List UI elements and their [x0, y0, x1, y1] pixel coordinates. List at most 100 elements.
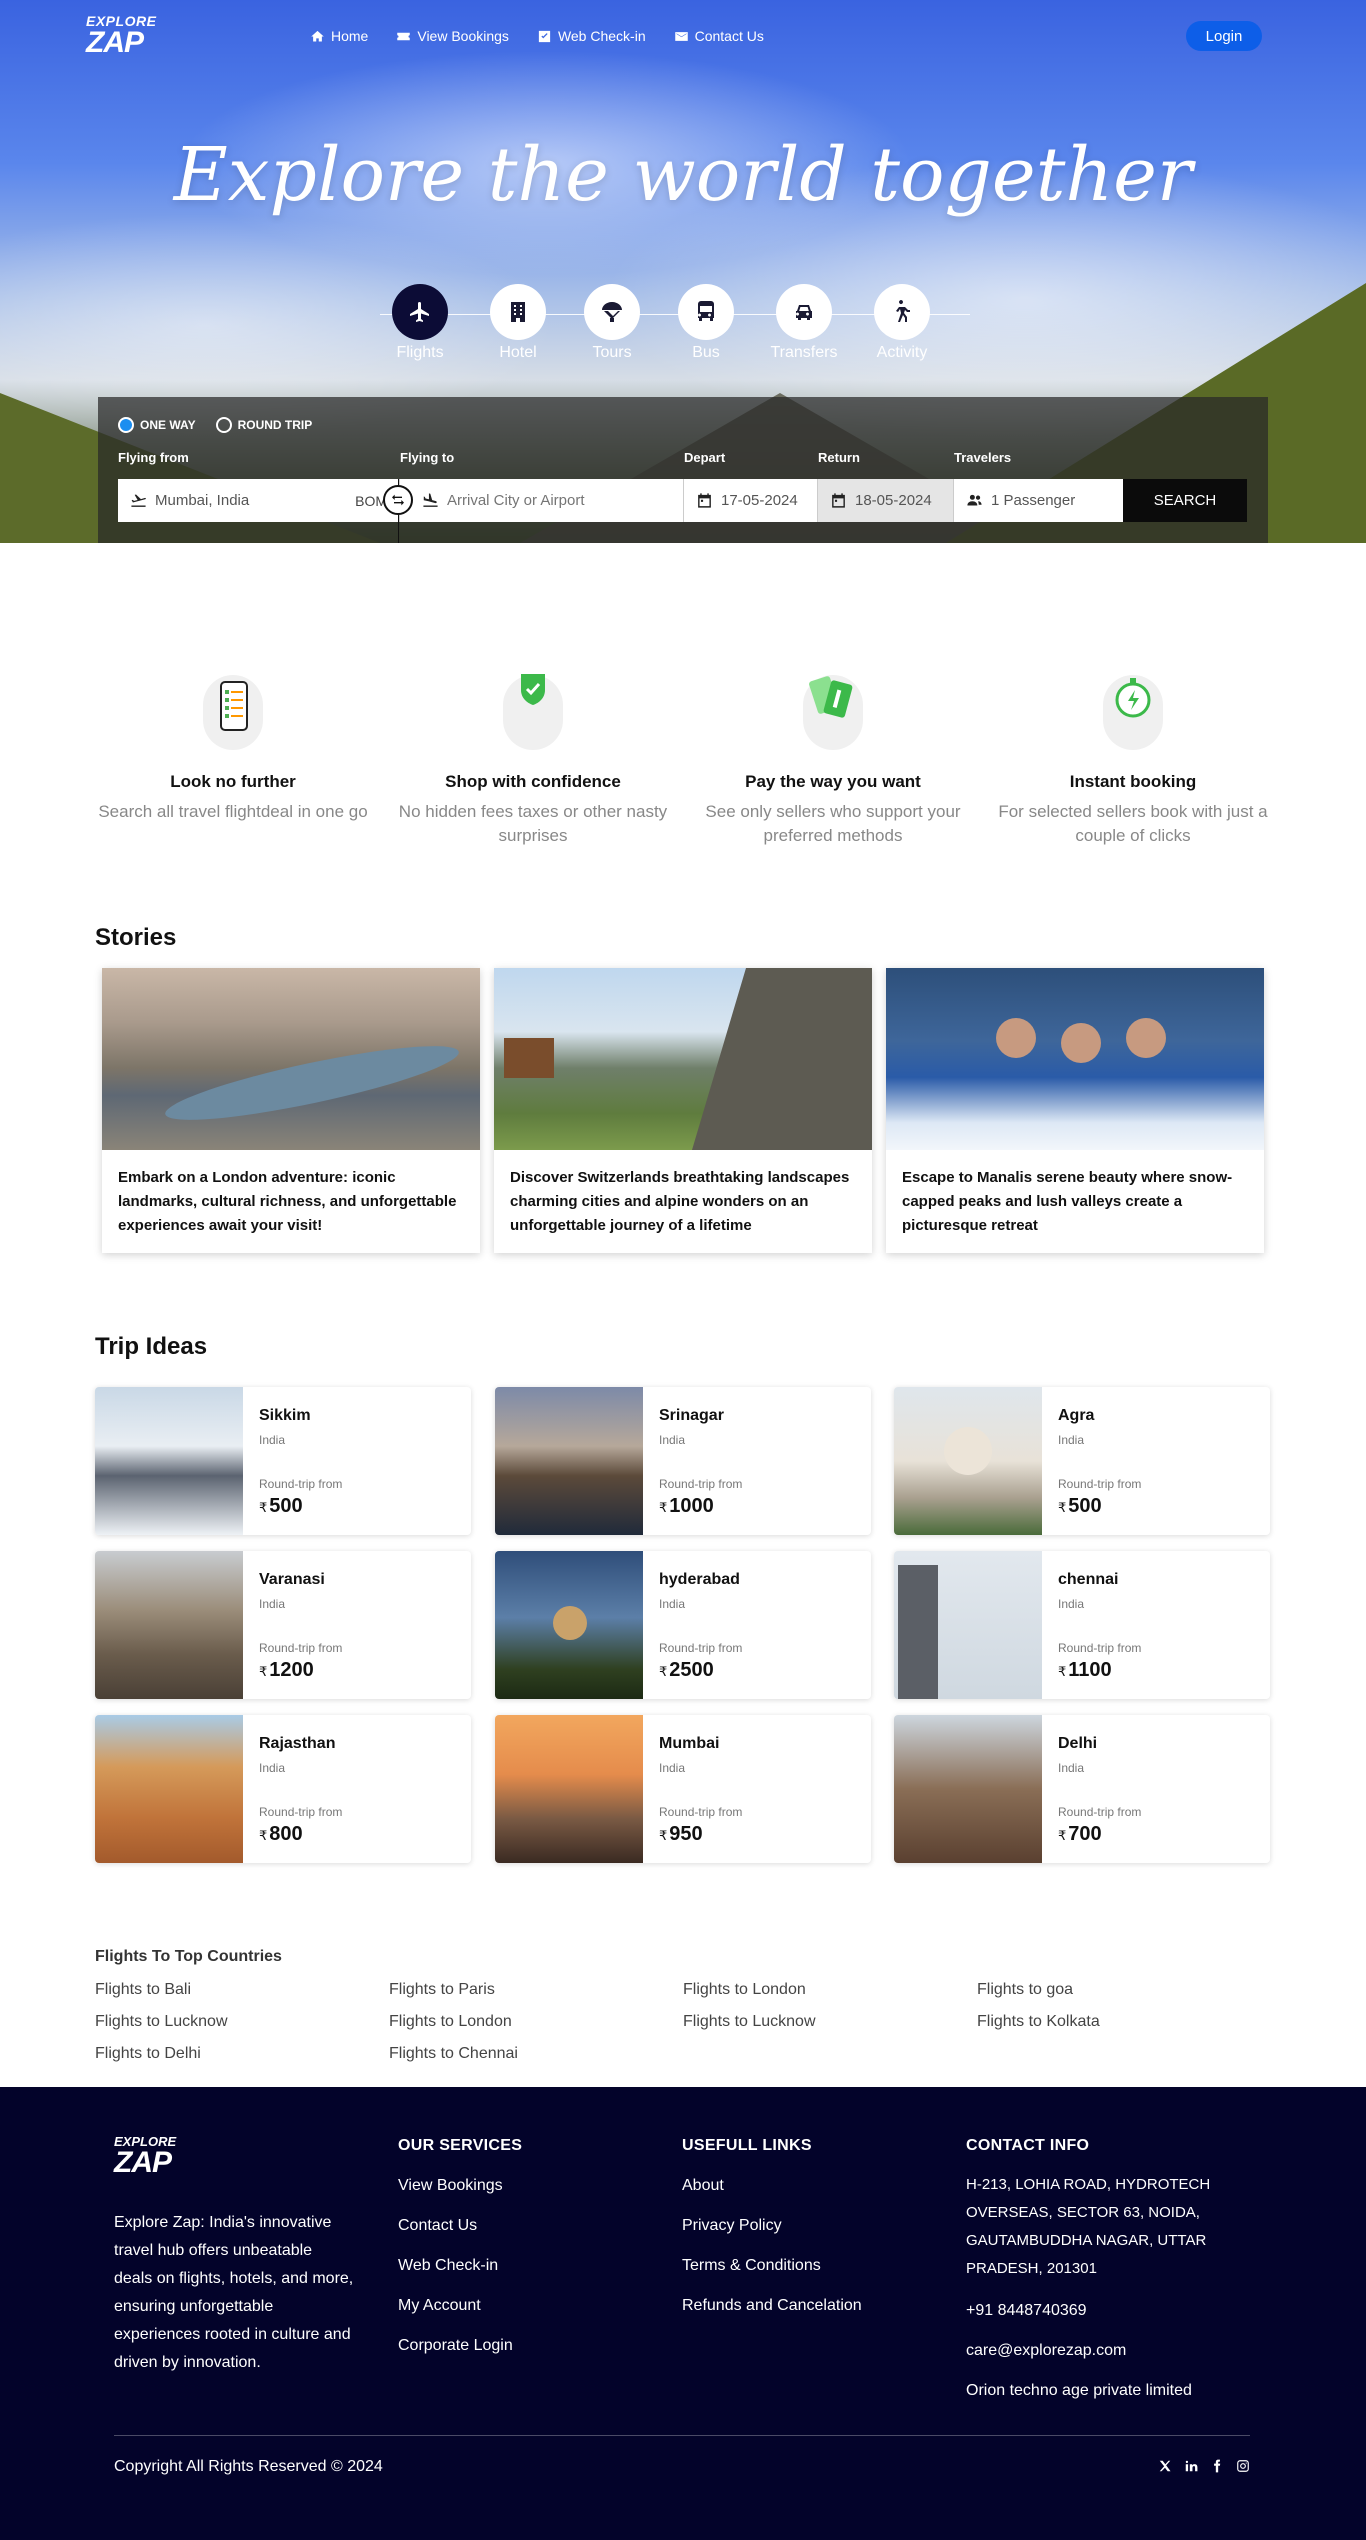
copyright-text: Copyright All Rights Reserved © 2024 — [114, 2458, 383, 2475]
flying-to-field[interactable] — [400, 479, 684, 522]
search-button[interactable]: SEARCH — [1123, 479, 1247, 522]
trip-card-varanasi[interactable]: Varanasi India Round-trip from ₹1200 — [95, 1551, 471, 1699]
flight-link[interactable]: Flights to Chennai — [389, 2045, 518, 2063]
feature-title: Instant booking — [1069, 772, 1197, 791]
brand-logo[interactable]: EXPLORE ZAP — [86, 14, 156, 58]
trip-price-value: 950 — [669, 1823, 703, 1845]
hotel-icon — [511, 302, 525, 322]
nav-contact-us[interactable]: Contact Us — [674, 28, 764, 44]
stopwatch-bolt-icon — [1115, 678, 1151, 718]
trip-roundtrip-label: Round-trip from — [259, 1641, 343, 1655]
mode-hotel-label: Hotel — [499, 344, 537, 361]
trip-name: Srinagar — [659, 1407, 724, 1424]
trip-name: chennai — [1058, 1571, 1119, 1588]
contact-phone[interactable]: +91 8448740369 — [966, 2297, 1226, 2325]
footer-link-corporate-login[interactable]: Corporate Login — [398, 2337, 513, 2355]
instagram-icon[interactable] — [1236, 2459, 1250, 2473]
footer-divider — [114, 2435, 1250, 2436]
footer-link-about[interactable]: About — [682, 2177, 724, 2195]
plane-icon — [410, 302, 429, 322]
travelers-label: Travelers — [954, 450, 1012, 465]
one-way-radio[interactable]: ONE WAY — [118, 417, 196, 433]
login-button[interactable]: Login — [1186, 21, 1262, 51]
trip-name: Rajasthan — [259, 1735, 336, 1752]
flight-link[interactable]: Flights to Kolkata — [977, 2013, 1100, 2031]
footer-link-view-bookings[interactable]: View Bookings — [398, 2177, 503, 2195]
footer-link-contact-us[interactable]: Contact Us — [398, 2217, 477, 2235]
nav-home-label: Home — [331, 28, 369, 44]
footer-logo[interactable]: EXPLORE ZAP — [114, 2135, 176, 2178]
mode-flights-label: Flights — [396, 344, 444, 361]
contact-email[interactable]: care@explorezap.com — [966, 2337, 1226, 2365]
logo-bottom-text: ZAP — [114, 2146, 172, 2179]
flying-from-label: Flying from — [118, 450, 189, 465]
mode-tours[interactable]: Tours — [572, 284, 652, 362]
facebook-icon[interactable] — [1210, 2459, 1224, 2473]
flight-link[interactable]: Flights to London — [389, 2013, 512, 2031]
round-trip-radio[interactable]: ROUND TRIP — [215, 417, 312, 433]
flight-link[interactable]: Flights to Paris — [389, 1981, 495, 1999]
trip-card-delhi[interactable]: Delhi India Round-trip from ₹700 — [894, 1715, 1270, 1863]
trip-country: India — [259, 1433, 286, 1447]
trip-card-agra[interactable]: Agra India Round-trip from ₹500 — [894, 1387, 1270, 1535]
swap-cities-button[interactable] — [383, 485, 413, 515]
mode-flights[interactable]: Flights — [380, 284, 460, 362]
mode-activity[interactable]: Activity — [862, 284, 942, 362]
trip-price-value: 2500 — [669, 1659, 714, 1681]
trip-card-mumbai[interactable]: Mumbai India Round-trip from ₹950 — [495, 1715, 871, 1863]
feature-desc: See only sellers who support your prefer… — [705, 802, 961, 845]
trip-ideas-title: Trip Ideas — [95, 1333, 208, 1360]
story-card-manali[interactable]: Escape to Manalis serene beauty where sn… — [886, 968, 1264, 1253]
footer-link-terms[interactable]: Terms & Conditions — [682, 2257, 821, 2275]
flight-link[interactable]: Flights to goa — [977, 1981, 1073, 1999]
footer-link-my-account[interactable]: My Account — [398, 2297, 481, 2315]
story-image-manali — [886, 968, 1264, 1150]
flying-from-input[interactable] — [155, 492, 348, 509]
x-icon[interactable] — [1158, 2459, 1172, 2473]
trip-card-rajasthan[interactable]: Rajasthan India Round-trip from ₹800 — [95, 1715, 471, 1863]
bus-icon — [698, 301, 714, 321]
flying-from-field[interactable]: BOM — [118, 479, 400, 522]
footer-about: Explore Zap: India's innovative travel h… — [114, 2214, 354, 2371]
travelers-field[interactable]: 1 Passenger — [954, 479, 1123, 522]
trip-card-chennai[interactable]: chennai India Round-trip from ₹1100 — [894, 1551, 1270, 1699]
trip-price-value: 1100 — [1068, 1659, 1112, 1681]
currency-symbol: ₹ — [259, 1664, 268, 1679]
linkedin-icon[interactable] — [1184, 2459, 1198, 2473]
top-flights-title: Flights To Top Countries — [95, 1948, 282, 1965]
nav-view-bookings[interactable]: View Bookings — [396, 28, 509, 44]
trip-roundtrip-label: Round-trip from — [1058, 1805, 1142, 1819]
flight-link[interactable]: Flights to Bali — [95, 1981, 191, 1999]
flight-link[interactable]: Flights to Delhi — [95, 2045, 201, 2063]
currency-symbol: ₹ — [659, 1664, 668, 1679]
return-date-field[interactable]: 18-05-2024 — [818, 479, 954, 522]
flight-link[interactable]: Flights to London — [683, 1981, 806, 1999]
mode-hotel[interactable]: Hotel — [478, 284, 558, 362]
flying-to-input[interactable] — [447, 492, 671, 509]
feature-title: Pay the way you want — [745, 772, 921, 791]
story-card-london[interactable]: Embark on a London adventure: iconic lan… — [102, 968, 480, 1253]
trip-card-hyderabad[interactable]: hyderabad India Round-trip from ₹2500 — [495, 1551, 871, 1699]
mode-transfers[interactable]: Transfers — [764, 284, 844, 362]
trip-card-sikkim[interactable]: Sikkim India Round-trip from ₹500 — [95, 1387, 471, 1535]
flying-to-label: Flying to — [400, 450, 455, 465]
depart-label: Depart — [684, 450, 726, 465]
story-card-switzerland[interactable]: Discover Switzerlands breathtaking lands… — [494, 968, 872, 1253]
trip-price-value: 1000 — [669, 1495, 714, 1517]
nav-web-checkin[interactable]: Web Check-in — [537, 28, 646, 44]
trip-image — [495, 1551, 643, 1699]
one-way-label: ONE WAY — [140, 418, 196, 432]
footer-link-web-checkin[interactable]: Web Check-in — [398, 2257, 498, 2275]
phone-checklist-icon — [220, 681, 248, 731]
footer-link-refunds[interactable]: Refunds and Cancelation — [682, 2297, 862, 2315]
flight-link[interactable]: Flights to Lucknow — [95, 2013, 228, 2031]
trip-card-srinagar[interactable]: Srinagar India Round-trip from ₹1000 — [495, 1387, 871, 1535]
trip-price: ₹1000 — [659, 1495, 714, 1518]
nav-home[interactable]: Home — [310, 28, 368, 44]
travel-mode-selector: Flights Hotel Tours Bus Transfers Activi… — [380, 284, 970, 364]
mode-bus[interactable]: Bus — [666, 284, 746, 362]
depart-date-field[interactable]: 17-05-2024 — [684, 479, 818, 522]
footer-link-privacy[interactable]: Privacy Policy — [682, 2217, 782, 2235]
flight-link[interactable]: Flights to Lucknow — [683, 2013, 816, 2031]
return-date-value: 18-05-2024 — [855, 492, 932, 509]
